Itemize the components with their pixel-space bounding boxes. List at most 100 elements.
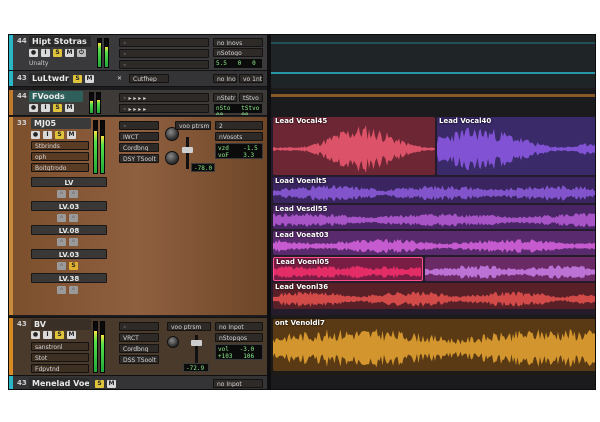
lane-toggle[interactable]: ◦ xyxy=(57,262,66,270)
insert-slot[interactable]: Cutfhep xyxy=(129,74,169,83)
mute-button[interactable]: M xyxy=(85,75,94,83)
solo-button[interactable]: S xyxy=(55,331,64,339)
power-icon[interactable]: ⏻ xyxy=(77,49,86,57)
pan-knob[interactable] xyxy=(167,336,179,348)
insert-slot[interactable]: DSY TSoolt xyxy=(119,154,159,163)
send-slot[interactable]: voo ptrsm xyxy=(167,322,211,331)
record-button[interactable]: ● xyxy=(29,104,38,112)
track-chip[interactable]: Fdpvtnd xyxy=(31,364,89,373)
lane-label[interactable]: LV.08 xyxy=(31,225,107,235)
audio-clip[interactable]: Lead Veonl36 xyxy=(273,283,595,309)
region-bar xyxy=(271,94,595,97)
track-chip[interactable]: sanstronl xyxy=(31,342,89,351)
send-slot[interactable]: no Inpot xyxy=(215,322,263,331)
fader-handle[interactable] xyxy=(182,147,193,153)
send-slot[interactable]: nStopgos xyxy=(215,333,263,342)
mute-button[interactable]: M xyxy=(67,331,76,339)
send-slot[interactable]: nSotogo xyxy=(213,48,263,57)
solo-button[interactable]: S xyxy=(73,75,82,83)
audio-clip[interactable]: Lead Vesdl55 xyxy=(273,205,595,229)
input-button[interactable]: I xyxy=(43,331,52,339)
volume-knob[interactable] xyxy=(165,151,179,165)
send-slot[interactable]: no Inoot xyxy=(213,74,237,83)
lane-solo-toggle[interactable]: S xyxy=(69,262,78,270)
insert-slot[interactable]: Cordbng xyxy=(119,344,159,353)
track-number: 43 xyxy=(17,379,27,387)
insert-slot[interactable]: ◦ ▸ ▸ ▸ ▸ xyxy=(119,104,209,113)
audio-clip[interactable]: ont Venoldl7 xyxy=(273,319,595,371)
audio-clip[interactable]: Lead Vocal45 xyxy=(273,117,435,175)
lane-toggle[interactable]: ◦ xyxy=(69,214,78,222)
track-name[interactable]: LuLtwdr xyxy=(29,73,69,84)
lane-label[interactable]: LV.03 xyxy=(31,201,107,211)
insert-slot[interactable]: ◦ xyxy=(119,49,209,58)
track-name[interactable]: MJ05 xyxy=(31,118,91,129)
insert-slot[interactable]: VRCT xyxy=(119,333,159,342)
insert-slot[interactable]: ◦ ▸ ▸ ▸ ▸ xyxy=(119,93,209,102)
send-slot[interactable]: 2 xyxy=(215,121,263,130)
audio-clip-selected[interactable]: Lead Voenl05 xyxy=(273,257,423,281)
solo-button[interactable]: S xyxy=(55,131,64,139)
mute-button[interactable]: M xyxy=(67,131,76,139)
lane-toggle[interactable]: ◦ xyxy=(69,238,78,246)
track-number: 33 xyxy=(17,119,27,127)
lane-toggle[interactable]: ◦ xyxy=(69,286,78,294)
lane-toggle[interactable]: ◦ xyxy=(69,190,78,198)
track-row-bv: 43 BV ● I S M sanstronl Stot Fdpvtnd ◦ V… xyxy=(9,317,267,375)
lane-toggle[interactable]: ◦ xyxy=(57,238,66,246)
fader-handle[interactable] xyxy=(191,340,202,346)
input-button[interactable]: I xyxy=(43,131,52,139)
send-slot[interactable]: nStetr xyxy=(213,93,237,102)
insert-slot[interactable]: IWCT xyxy=(119,132,159,141)
fader-readout: -78.0 xyxy=(191,163,215,172)
input-button[interactable]: I xyxy=(41,104,50,112)
track-name[interactable]: Menelad Voe xyxy=(29,378,89,389)
record-button[interactable]: ● xyxy=(29,49,38,57)
lane-toggle[interactable]: ◦ xyxy=(57,214,66,222)
mute-button[interactable]: M xyxy=(65,104,74,112)
lane-label[interactable]: LV xyxy=(31,177,107,187)
audio-clip[interactable] xyxy=(425,257,595,281)
mute-button[interactable]: M xyxy=(107,380,116,388)
input-button[interactable]: I xyxy=(41,49,50,57)
audio-clip[interactable]: Lead Voeat03 xyxy=(273,231,595,255)
insert-slot[interactable]: ◦ xyxy=(119,121,159,130)
solo-button[interactable]: S xyxy=(53,104,62,112)
send-slot[interactable]: vo 1ntme xyxy=(239,74,263,83)
audio-clip[interactable]: Load Voenlt5 xyxy=(273,177,595,203)
send-slot[interactable]: no Inpot xyxy=(213,379,263,388)
track-chip[interactable]: Stot xyxy=(31,353,89,362)
track-chip[interactable]: Stbrinds xyxy=(31,141,89,150)
track-name[interactable]: Hipt Stotras xyxy=(29,36,91,47)
insert-slot[interactable]: Cordbng xyxy=(119,143,159,152)
record-button[interactable]: ● xyxy=(31,131,40,139)
record-button[interactable]: ● xyxy=(31,331,40,339)
track-row-3: 44 FVoods ● I S M ◦ ▸ ▸ ▸ ▸ ◦ ▸ ▸ ▸ ▸ nS… xyxy=(9,90,267,116)
lane-toggle[interactable]: ◦ xyxy=(57,190,66,198)
mute-button[interactable]: M xyxy=(65,49,74,57)
track-chip[interactable]: Boitgtrodo xyxy=(31,163,89,172)
send-slot[interactable]: tStvo xyxy=(239,93,263,102)
lane-label[interactable]: LV.38 xyxy=(31,273,107,283)
track-chip[interactable]: oph xyxy=(31,152,89,161)
level-meter xyxy=(93,120,98,174)
send-slot[interactable]: nVosots xyxy=(215,132,263,141)
close-icon[interactable]: ✕ xyxy=(115,75,124,83)
clip-label: Lead Vesdl55 xyxy=(275,205,328,213)
fader-track xyxy=(186,137,189,169)
solo-button[interactable]: S xyxy=(53,49,62,57)
send-slot[interactable]: voo ptrsm xyxy=(175,121,211,130)
track-name[interactable]: FVoods xyxy=(29,91,83,102)
level-meter xyxy=(89,92,94,114)
fader-readout: -72.9 xyxy=(183,363,209,372)
audio-clip[interactable]: Lead Vocal40 xyxy=(437,117,595,175)
lane-toggle[interactable]: ◦ xyxy=(57,286,66,294)
insert-slot[interactable]: ◦ xyxy=(119,60,209,69)
track-name[interactable]: BV xyxy=(31,319,91,330)
insert-slot[interactable]: DSS TSoolt xyxy=(119,355,159,364)
insert-slot[interactable]: ◦ xyxy=(119,322,159,331)
send-slot[interactable]: no Inovs xyxy=(213,38,263,47)
solo-button[interactable]: S xyxy=(95,380,104,388)
insert-slot[interactable]: ◦ xyxy=(119,38,209,47)
lane-label[interactable]: LV.03 xyxy=(31,249,107,259)
